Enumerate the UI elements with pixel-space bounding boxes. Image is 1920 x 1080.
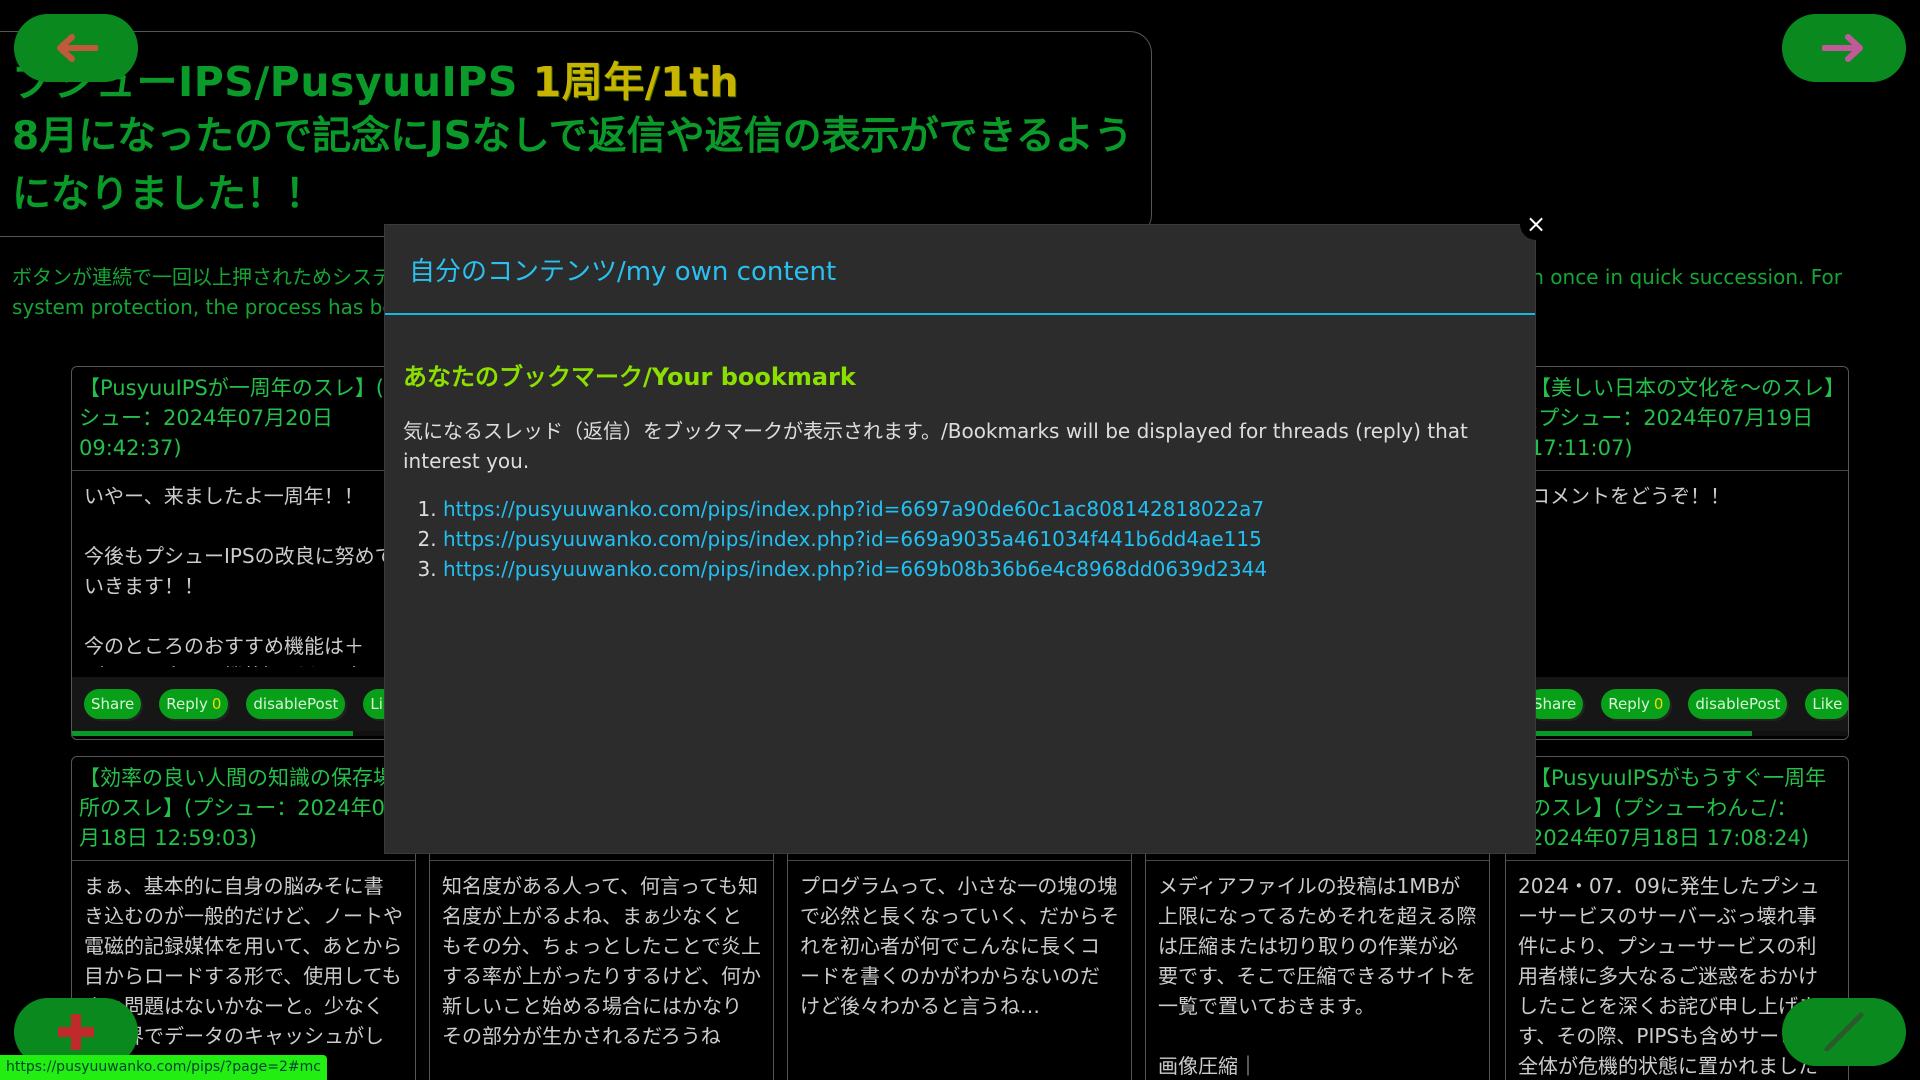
pen-icon <box>1824 1012 1864 1052</box>
bookmark-link[interactable]: https://pusyuuwanko.com/pips/index.php?i… <box>443 497 1264 521</box>
status-bar-url: https://pusyuuwanko.com/pips/?page=2#mc <box>0 1055 327 1080</box>
reply-button[interactable]: Reply 0 <box>159 689 229 719</box>
bookmark-link[interactable]: https://pusyuuwanko.com/pips/index.php?i… <box>443 527 1262 551</box>
modal-header: 自分のコンテンツ/my own content <box>385 225 1535 315</box>
thread-body: 知名度がある人って、何言っても知名度が上がるよね、まぁ少なくともその分、ちょっと… <box>442 874 761 1048</box>
modal-body: あなたのブックマーク/Your bookmark 気になるスレッド（返信）をブッ… <box>385 315 1535 584</box>
reply-count: 0 <box>211 695 222 713</box>
warning-text-left: ボタンが連続で一回以上押されためシステ <box>12 265 392 289</box>
thread-actions: Share Reply0 disablePost Like <box>72 677 415 731</box>
bookmark-item: https://pusyuuwanko.com/pips/index.php?i… <box>443 494 1517 524</box>
new-post-button[interactable] <box>1782 998 1906 1066</box>
modal-title: 自分のコンテンツ/my own content <box>409 256 837 287</box>
close-icon: × <box>1525 210 1547 238</box>
thread-progress <box>1506 731 1848 736</box>
bookmark-link[interactable]: https://pusyuuwanko.com/pips/index.php?i… <box>443 557 1267 581</box>
thread-title[interactable]: 【美しい日本の文化を〜のスレ】(プシュー：2024年07月19日 17:11:0… <box>1506 367 1848 471</box>
warning-text-right: n once in quick succession. For <box>1531 265 1842 289</box>
thread-body: メディアファイルの投稿は1MBが上限になってるためそれを超える際は圧縮または切り… <box>1158 874 1477 1078</box>
title-anniversary: 1周年/1th <box>532 58 739 106</box>
thread-body: いやー、来ましたよ一周年！！ 今後もプシューIPSの改良に努めていきます！！ 今… <box>84 484 395 667</box>
reply-count: 0 <box>1653 695 1664 713</box>
thread-body: プログラムって、小さな一の塊の塊で必然と長くなっていく、だからそれを初心者が何で… <box>800 874 1119 1018</box>
arrow-left-icon <box>57 34 98 62</box>
disable-post-button[interactable]: disablePost <box>1688 689 1788 719</box>
like-button[interactable]: Like <box>1805 689 1848 719</box>
disable-post-button[interactable]: disablePost <box>246 689 346 719</box>
my-content-modal: 自分のコンテンツ/my own content あなたのブックマーク/Your … <box>384 224 1536 854</box>
thread-title[interactable]: 【PusyuuIPSがもうすぐ一周年のスレ】(プシューわんこ/：2024年07月… <box>1506 757 1848 861</box>
modal-close-button[interactable]: × <box>1520 208 1552 240</box>
bookmark-item: https://pusyuuwanko.com/pips/index.php?i… <box>443 524 1517 554</box>
prev-page-button[interactable] <box>14 14 138 82</box>
plus-icon <box>58 1014 94 1050</box>
bookmark-heading: あなたのブックマーク/Your bookmark <box>403 363 856 391</box>
thread-progress <box>72 731 415 736</box>
thread-card: 【美しい日本の文化を〜のスレ】(プシュー：2024年07月19日 17:11:0… <box>1505 366 1849 740</box>
thread-card: 【PusyuuIPSが一周年のスレ】(プシュー：2024年07月20日 09:4… <box>71 366 416 740</box>
thread-title[interactable]: 【PusyuuIPSが一周年のスレ】(プシュー：2024年07月20日 09:4… <box>72 367 415 471</box>
thread-body: コメントをどうぞ！！ <box>1530 484 1730 508</box>
bookmark-description: 気になるスレッド（返信）をブックマークが表示されます。/Bookmarks wi… <box>403 419 1468 473</box>
thread-actions: Share Reply0 disablePost Like <box>1506 677 1848 731</box>
bookmark-list: https://pusyuuwanko.com/pips/index.php?i… <box>403 494 1517 584</box>
progress-fill <box>1506 731 1753 736</box>
reply-button[interactable]: Reply 0 <box>1601 689 1671 719</box>
next-page-button[interactable] <box>1782 14 1906 82</box>
thread-title[interactable]: 【効率の良い人間の知識の保存場所のスレ】(プシュー：2024年07月18日 12… <box>72 757 415 861</box>
share-button[interactable]: Share <box>84 689 142 719</box>
progress-fill <box>72 731 354 736</box>
arrow-right-icon <box>1822 34 1863 62</box>
bookmark-item: https://pusyuuwanko.com/pips/index.php?i… <box>443 554 1517 584</box>
page-subtitle: 8月になったので記念にJSなしで返信や返信の表示ができるようになりました！！ <box>12 114 1133 217</box>
